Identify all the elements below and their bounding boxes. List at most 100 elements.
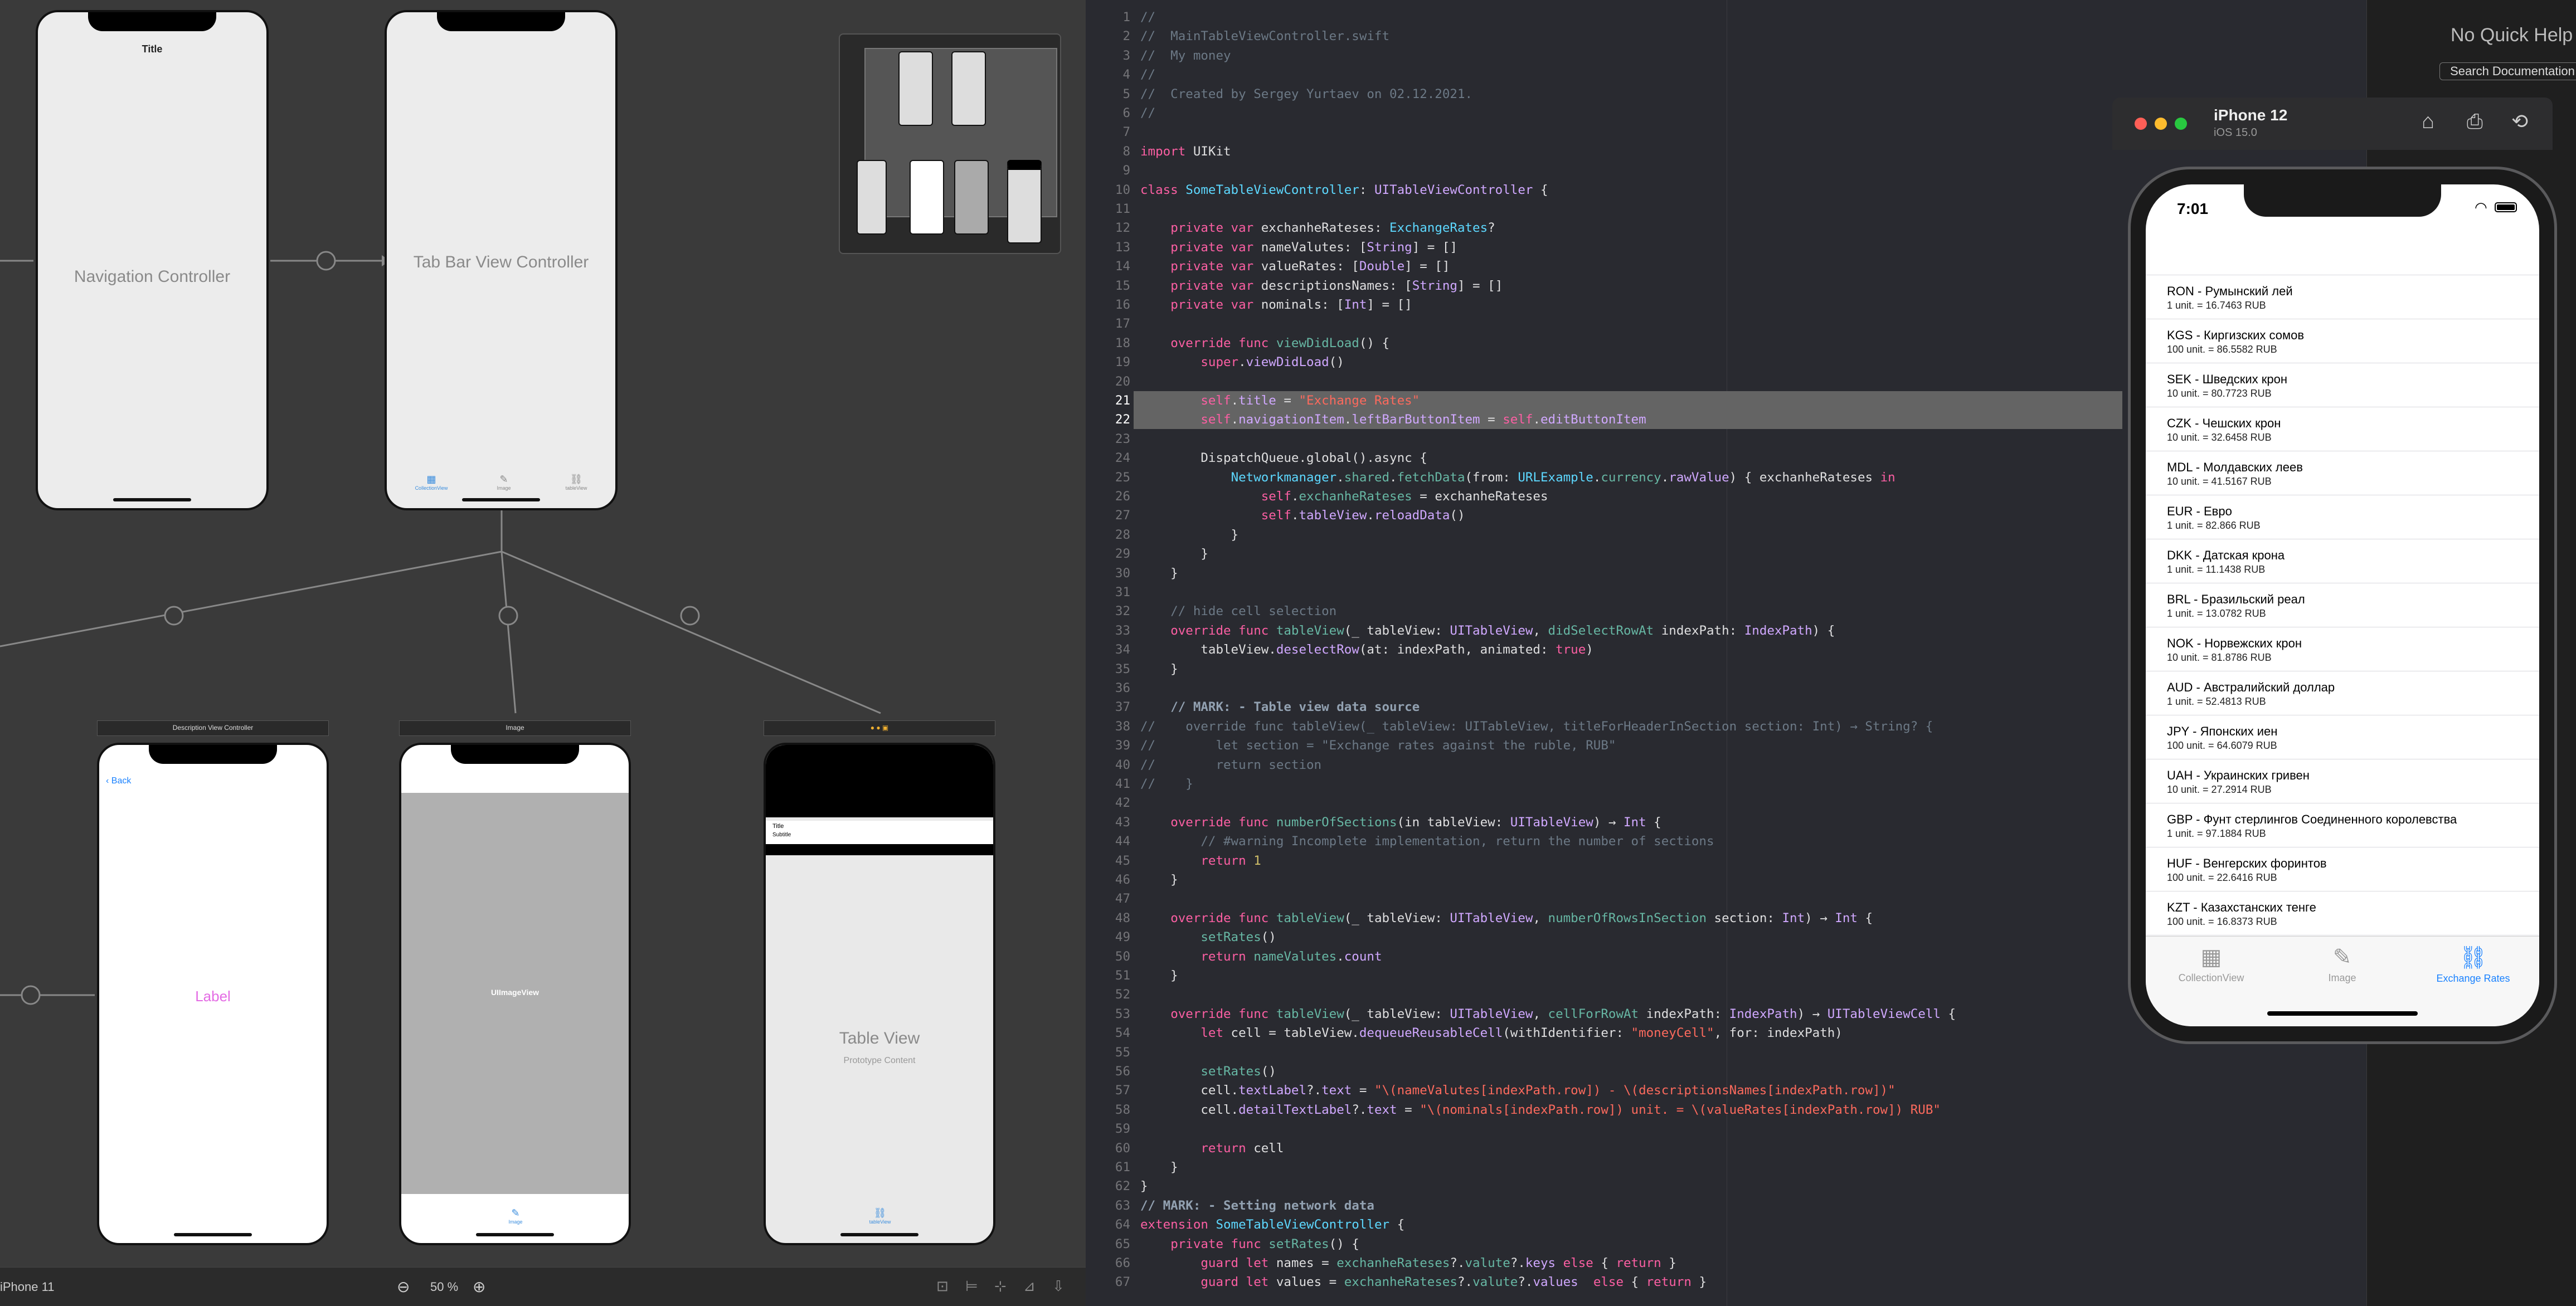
simulator-toolbar[interactable]: iPhone 12 iOS 15.0 ⌂ ⎙ ⟲ xyxy=(2112,98,2553,150)
code-line[interactable]: override func tableView(_ tableView: UIT… xyxy=(1140,911,1873,925)
screenshot-icon[interactable]: ⎙ xyxy=(2467,110,2483,134)
exchange-rates-table[interactable]: RON - Румынский лей 1 unit. = 16.7463 RUB… xyxy=(2146,275,2539,936)
code-line[interactable]: return cell xyxy=(1140,1141,1284,1156)
table-row[interactable]: CZK - Чешских крон 10 unit. = 32.6458 RUB xyxy=(2146,407,2539,451)
code-line[interactable]: extension SomeTableViewController { xyxy=(1140,1217,1404,1232)
code-line[interactable]: private var nominals: [Int] = [] xyxy=(1140,298,1412,312)
code-line[interactable]: override func numberOfSections(in tableV… xyxy=(1140,815,1661,830)
code-line[interactable]: private var valueRates: [Double] = [] xyxy=(1140,259,1450,274)
home-icon[interactable]: ⌂ xyxy=(2422,110,2434,134)
zoom-window-button[interactable] xyxy=(2175,118,2187,130)
resolve-issues-icon[interactable]: ⊿ xyxy=(1023,1278,1036,1295)
tab-collectionview[interactable]: ▦ CollectionView xyxy=(2146,937,2277,984)
code-line[interactable]: guard let names = exchanheRateses?.valut… xyxy=(1140,1256,1676,1270)
table-row[interactable]: NOK - Норвежских крон 10 unit. = 81.8786 … xyxy=(2146,627,2539,671)
code-line[interactable]: cell.textLabel?.text = "\(nameValutes[in… xyxy=(1140,1083,1895,1098)
zoom-in-icon[interactable]: ⊕ xyxy=(473,1278,485,1296)
code-line[interactable]: // MARK: - Setting network data xyxy=(1140,1198,1374,1213)
tab-bar-controller-scene[interactable]: Tab Bar View Controller ▦ CollectionView … xyxy=(385,10,618,510)
code-line[interactable]: } xyxy=(1140,968,1178,983)
code-line[interactable]: return 1 xyxy=(1140,854,1261,868)
storyboard-minimap[interactable] xyxy=(839,33,1061,254)
code-line[interactable]: // xyxy=(1140,10,1155,25)
code-line[interactable]: super.viewDidLoad() xyxy=(1140,355,1344,369)
code-line[interactable]: } xyxy=(1140,662,1178,676)
table-row[interactable]: HUF - Венгерских форинтов 100 unit. = 22.… xyxy=(2146,847,2539,891)
code-line[interactable]: override func viewDidLoad() { xyxy=(1140,336,1389,350)
code-line[interactable]: self.title = "Exchange Rates" xyxy=(1140,393,1420,408)
code-line[interactable]: // xyxy=(1140,67,1155,82)
table-row[interactable]: UAH - Украинских гривен 10 unit. = 27.291… xyxy=(2146,759,2539,803)
code-line[interactable]: private var descriptionsNames: [String] … xyxy=(1140,279,1503,293)
zoom-level[interactable]: 50 % xyxy=(430,1280,458,1294)
code-line[interactable]: // override func tableView(_ tableView: … xyxy=(1140,719,1933,734)
code-line[interactable]: guard let values = exchanheRateses?.valu… xyxy=(1140,1275,1707,1289)
code-line[interactable]: private func setRates() { xyxy=(1140,1237,1359,1251)
code-line[interactable]: setRates() xyxy=(1140,930,1276,944)
code-line[interactable]: override func tableView(_ tableView: UIT… xyxy=(1140,623,1835,638)
description-vc-scene-bar[interactable]: Description View Controller xyxy=(97,720,329,736)
code-line[interactable]: // xyxy=(1140,106,1155,120)
code-line[interactable]: // Created by Sergey Yurtaev on 02.12.20… xyxy=(1140,87,1472,101)
table-row[interactable]: GBP - Фунт стерлингов Соединенного корол… xyxy=(2146,803,2539,847)
add-constraints-icon[interactable]: ⊹ xyxy=(994,1278,1007,1295)
code-line[interactable]: setRates() xyxy=(1140,1064,1276,1079)
prototype-cell[interactable]: Title Subtitle xyxy=(766,821,993,844)
code-line[interactable]: let cell = tableView.dequeueReusableCell… xyxy=(1140,1026,1842,1040)
code-line[interactable]: // #warning Incomplete implementation, r… xyxy=(1140,834,1714,849)
code-line[interactable]: // hide cell selection xyxy=(1140,604,1336,618)
code-line[interactable]: class SomeTableViewController: UITableVi… xyxy=(1140,183,1548,197)
table-row[interactable]: BRL - Бразильский реал 1 unit. = 13.0782 … xyxy=(2146,583,2539,627)
tab-image[interactable]: ✎ Image xyxy=(2277,937,2408,984)
device-selector[interactable]: iPhone 11 xyxy=(0,1280,54,1294)
code-line[interactable]: } xyxy=(1140,566,1178,581)
code-line[interactable]: } xyxy=(1140,873,1178,887)
image-vc-scene-bar[interactable]: Image xyxy=(399,720,631,736)
code-line[interactable]: // } xyxy=(1140,777,1193,791)
table-row[interactable]: SEK - Шведских крон 10 unit. = 80.7723 RU… xyxy=(2146,363,2539,407)
align-icon[interactable]: ⊨ xyxy=(965,1278,978,1295)
storyboard-canvas[interactable]: Title Navigation Controller Tab Bar View… xyxy=(0,0,1086,1306)
minimize-window-button[interactable] xyxy=(2155,118,2167,130)
code-line[interactable]: self.navigationItem.leftBarButtonItem = … xyxy=(1140,412,1646,427)
simulator-screen[interactable]: 7:01 ◠ RON - Румынский лей 1 unit. = 16.7… xyxy=(2146,184,2539,1026)
code-line[interactable]: self.tableView.reloadData() xyxy=(1140,508,1465,523)
table-row[interactable]: EUR - Евро 1 unit. = 82.866 RUB xyxy=(2146,495,2539,539)
description-view-controller-scene[interactable]: ‹ Back Label xyxy=(97,743,329,1245)
table-view-controller-scene[interactable]: Title Subtitle Table View Prototype Cont… xyxy=(764,743,995,1245)
code-line[interactable]: // let section = "Exchange rates against… xyxy=(1140,738,1616,753)
code-line[interactable]: } xyxy=(1140,1179,1148,1193)
table-row[interactable]: JPY - Японских иен 100 unit. = 64.6079 RU… xyxy=(2146,715,2539,759)
code-line[interactable]: } xyxy=(1140,528,1239,542)
rotate-icon[interactable]: ⟲ xyxy=(2511,110,2528,133)
tab-exchange-rates[interactable]: ⛓ Exchange Rates xyxy=(2408,937,2539,985)
code-line[interactable]: // return section xyxy=(1140,758,1321,772)
navigation-controller-scene[interactable]: Title Navigation Controller xyxy=(36,10,269,510)
code-line[interactable]: return nameValutes.count xyxy=(1140,949,1382,964)
code-line[interactable]: cell.detailTextLabel?.text = "\(nominals… xyxy=(1140,1103,1941,1117)
image-view-controller-scene[interactable]: UIImageView ✎ Image xyxy=(399,743,631,1245)
code-line[interactable]: // MARK: - Table view data source xyxy=(1140,700,1420,714)
code-line[interactable]: self.exchanheRateses = exchanheRateses xyxy=(1140,489,1548,504)
code-line[interactable]: // My money xyxy=(1140,48,1231,63)
code-line[interactable]: } xyxy=(1140,547,1208,561)
update-frames-icon[interactable]: ⊡ xyxy=(936,1278,949,1295)
table-row[interactable]: DKK - Датская крона 1 unit. = 11.1438 RUB xyxy=(2146,539,2539,583)
code-line[interactable]: } xyxy=(1140,1160,1178,1175)
close-window-button[interactable] xyxy=(2135,118,2147,130)
table-row[interactable]: KGS - Киргизских сомов 100 unit. = 86.558… xyxy=(2146,319,2539,363)
code-line[interactable]: private var nameValutes: [String] = [] xyxy=(1140,240,1457,255)
embed-in-icon[interactable]: ⇩ xyxy=(1052,1278,1065,1295)
back-button[interactable]: ‹ Back xyxy=(106,776,131,786)
table-row[interactable]: MDL - Молдавских леев 10 unit. = 41.5167 … xyxy=(2146,451,2539,495)
table-row[interactable]: RON - Румынский лей 1 unit. = 16.7463 RUB xyxy=(2146,275,2539,319)
code-line[interactable]: tableView.deselectRow(at: indexPath, ani… xyxy=(1140,642,1593,657)
code-line[interactable]: DispatchQueue.global().async { xyxy=(1140,451,1427,465)
table-row[interactable]: KZT - Казахстанских тенге 100 unit. = 16.… xyxy=(2146,891,2539,935)
code-line[interactable]: override func tableView(_ tableView: UIT… xyxy=(1140,1007,1956,1021)
table-vc-scene-bar[interactable]: ● ● ▣ xyxy=(764,720,995,736)
code-line[interactable]: import UIKit xyxy=(1140,144,1231,159)
zoom-out-icon[interactable]: ⊖ xyxy=(397,1278,410,1296)
code-line[interactable]: private var exchanheRateses: ExchangeRat… xyxy=(1140,221,1495,235)
search-documentation-button[interactable]: Search Documentation xyxy=(2439,62,2576,80)
